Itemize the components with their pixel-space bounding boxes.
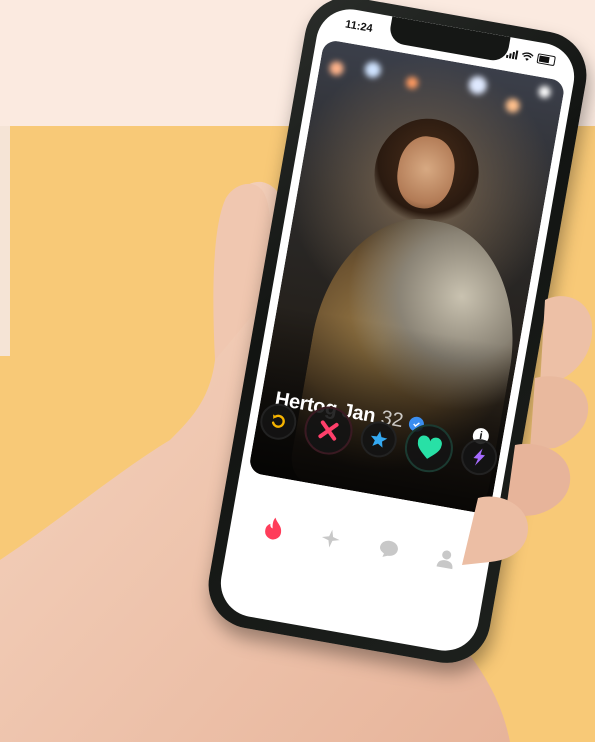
like-button[interactable] [400,420,457,476]
flame-icon [265,517,282,540]
signal-icon [506,48,519,60]
status-icons [506,48,556,67]
x-icon [317,420,339,441]
sparkle-icon [322,529,340,548]
bokeh-light [405,75,420,90]
bokeh-light [537,84,552,99]
super-like-button[interactable] [357,418,400,461]
tab-profile[interactable] [430,543,462,575]
background-strip [0,126,10,356]
bokeh-light [467,74,489,96]
tab-likes[interactable] [372,533,404,565]
user-icon [436,550,453,570]
chat-icon [379,540,398,557]
rewind-icon [271,414,285,428]
tab-explore[interactable] [315,522,347,554]
heart-icon [417,435,442,459]
rewind-button[interactable] [256,400,299,443]
nope-button[interactable] [300,402,356,459]
wifi-icon [522,51,534,61]
boost-button[interactable] [457,436,500,478]
tab-discover[interactable] [258,512,290,544]
bokeh-light [504,97,521,114]
bokeh-light [363,60,383,80]
battery-icon [536,53,556,67]
star-icon [370,431,387,448]
status-time: 11:24 [344,18,374,35]
bokeh-light [328,60,345,77]
bolt-icon [472,448,485,466]
